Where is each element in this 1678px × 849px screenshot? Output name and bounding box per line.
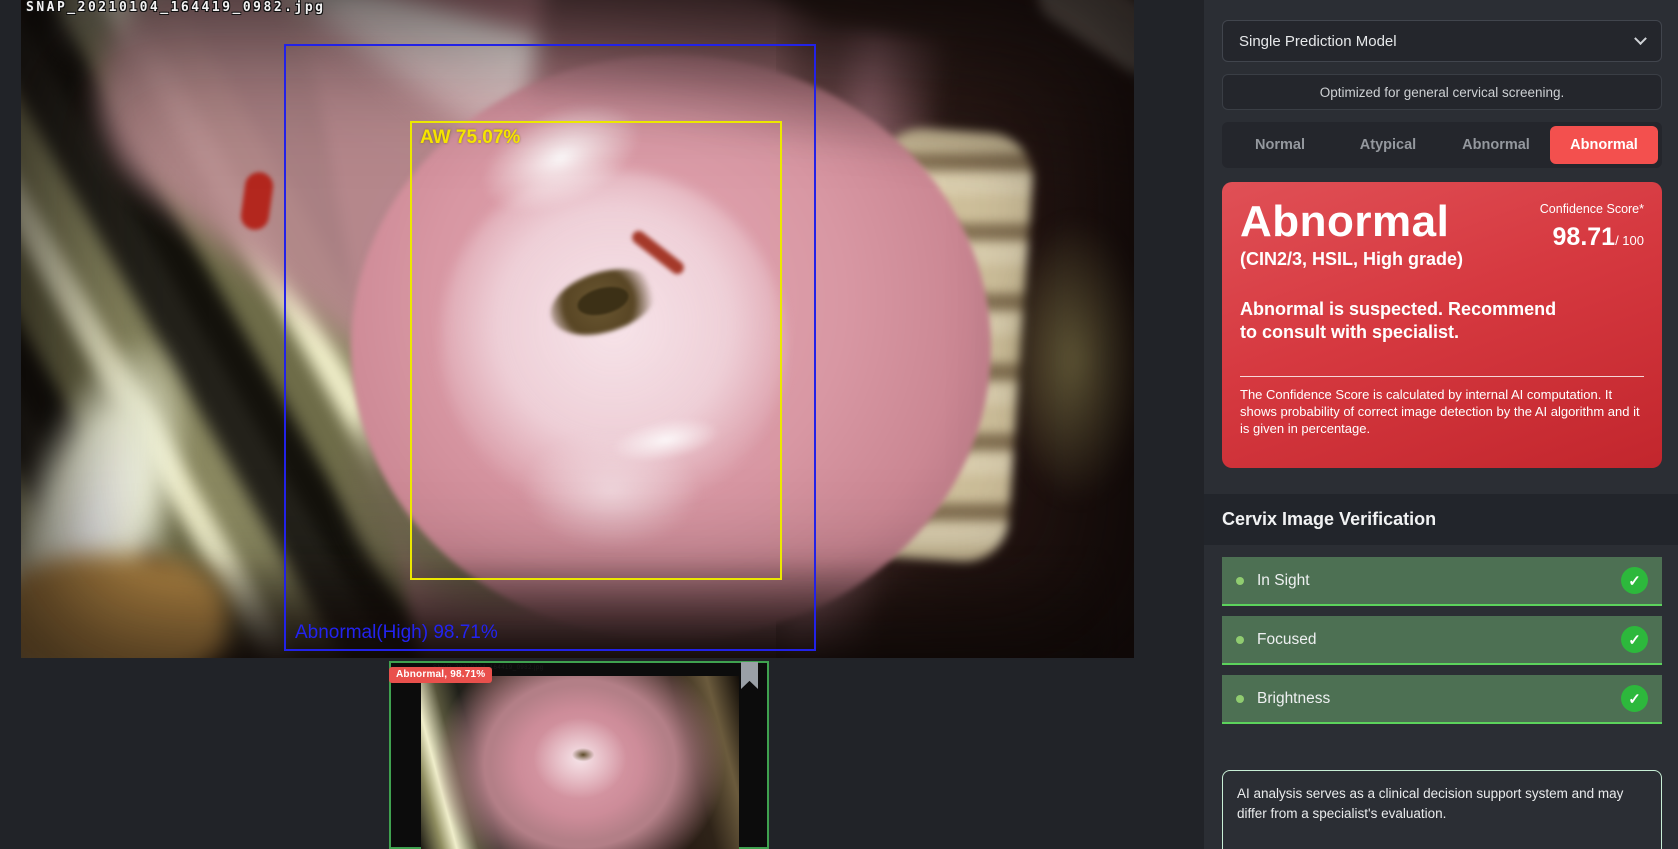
ai-disclaimer-box: AI analysis serves as a clinical decisio… (1222, 770, 1662, 849)
bullet-icon (1236, 576, 1244, 585)
photo-layer-vignette (21, 0, 1134, 658)
photo-layer-shadow-top (525, 0, 1134, 227)
photo-layer-specular-highlight (464, 79, 658, 236)
photo-layer-glare-left (21, 315, 229, 658)
check-circle-icon: ✓ (1621, 685, 1648, 712)
model-select[interactable]: Single Prediction Model (1222, 20, 1662, 62)
photo-layer-tissue-fold (49, 0, 673, 477)
photo-layer-cervix (351, 55, 991, 640)
photo-layer-streak-topright (1025, 0, 1134, 86)
photo-layer-olive-patch (1006, 220, 1134, 500)
photo-layer-tan-tissue (851, 125, 1036, 565)
verification-row-brightness: Brightness ✓ (1222, 675, 1662, 724)
verification-list: In Sight ✓ Focused ✓ Brightness ✓ (1204, 545, 1678, 724)
model-note-text: Optimized for general cervical screening… (1319, 84, 1565, 100)
bookmark-icon[interactable] (741, 662, 758, 689)
model-select-value: Single Prediction Model (1239, 32, 1397, 50)
bullet-icon (1236, 694, 1244, 703)
photo-layer-fold-right (727, 22, 965, 658)
check-circle-icon: ✓ (1621, 626, 1648, 653)
verification-label: In Sight (1257, 571, 1310, 589)
photo-layer-shadow-bottom (141, 555, 1101, 658)
result-divider (1240, 375, 1644, 377)
detection-box-acetowhite: AW 75.07% (410, 121, 782, 580)
bullet-icon (1236, 635, 1244, 644)
detection-label-acetowhite: AW 75.07% (420, 127, 521, 148)
result-title: Abnormal (1240, 197, 1450, 246)
verification-section-header: Cervix Image Verification (1204, 494, 1678, 545)
filmstrip-thumbnail[interactable]: SNAP_20210104_164419_0982.jpg Abnormal, … (389, 661, 769, 849)
detection-box-abnormal: Abnormal(High) 98.71% (284, 44, 816, 651)
verification-label: Focused (1257, 630, 1317, 648)
confidence-score-label: Confidence Score* (1539, 202, 1644, 216)
photo-layer-os-core (574, 282, 632, 320)
photo-layer-acetowhite (441, 170, 786, 515)
photo-layer-glint (608, 410, 724, 470)
photo-layer-glare-top (49, 0, 543, 182)
confidence-score-max: / 100 (1615, 233, 1644, 248)
tab-normal[interactable]: Normal (1226, 126, 1334, 164)
photo-layer-speculum-left (21, 0, 433, 658)
thumbnail-score-badge: Abnormal, 98.71% (389, 667, 493, 683)
photo-layer-blood-spot (239, 170, 275, 232)
tab-atypical[interactable]: Atypical (1334, 126, 1442, 164)
colposcopy-image-viewer[interactable]: SNAP_20210104_164419_0982.jpg Abnormal(H… (21, 0, 1134, 658)
confidence-score-row: 98.71/ 100 (1540, 223, 1644, 252)
result-card-header: Abnormal (CIN2/3, HSIL, High grade) Conf… (1240, 197, 1644, 270)
app-window: SNAP_20210104_164419_0982.jpg Abnormal(H… (0, 0, 1678, 849)
analysis-sidebar: Single Prediction Model Optimized for ge… (1204, 0, 1678, 849)
result-message: Abnormal is suspected. Recommend to cons… (1240, 298, 1557, 342)
result-title-block: Abnormal (CIN2/3, HSIL, High grade) (1240, 197, 1464, 270)
result-footnote: The Confidence Score is calculated by in… (1240, 386, 1640, 437)
photo-layer-acetowhite-2 (521, 430, 701, 550)
verification-row-in-sight: In Sight ✓ (1222, 557, 1662, 606)
photo-layer-cervical-os (542, 257, 666, 347)
photo-layer-shadow-right (776, 0, 1134, 658)
result-subtitle: (CIN2/3, HSIL, High grade) (1240, 248, 1464, 269)
confidence-score-value: 98.71 (1552, 223, 1616, 251)
tab-abnormal-active[interactable]: Abnormal (1550, 126, 1658, 164)
photo-layer-tan-bottomleft (21, 555, 226, 658)
image-filename: SNAP_20210104_164419_0982.jpg (26, 0, 326, 15)
check-circle-icon: ✓ (1621, 567, 1648, 594)
thumbnail-image (421, 676, 739, 849)
photo-layer-gray-tissue (312, 290, 730, 650)
detection-label-abnormal: Abnormal(High) 98.71% (295, 622, 498, 643)
tab-abnormal[interactable]: Abnormal (1442, 126, 1550, 164)
result-card: Abnormal (CIN2/3, HSIL, High grade) Conf… (1222, 182, 1662, 468)
confidence-score-block: Confidence Score* 98.71/ 100 (1540, 200, 1644, 270)
model-note: Optimized for general cervical screening… (1222, 74, 1662, 110)
verification-heading: Cervix Image Verification (1222, 509, 1437, 529)
verification-label: Brightness (1257, 689, 1331, 707)
classification-tabs: Normal Atypical Abnormal Abnormal (1222, 122, 1662, 168)
photo-layer-red-streak (629, 228, 687, 277)
chevron-down-icon (1634, 31, 1647, 45)
photo-layer-vaginal-walls (111, 0, 1011, 658)
verification-row-focused: Focused ✓ (1222, 616, 1662, 665)
